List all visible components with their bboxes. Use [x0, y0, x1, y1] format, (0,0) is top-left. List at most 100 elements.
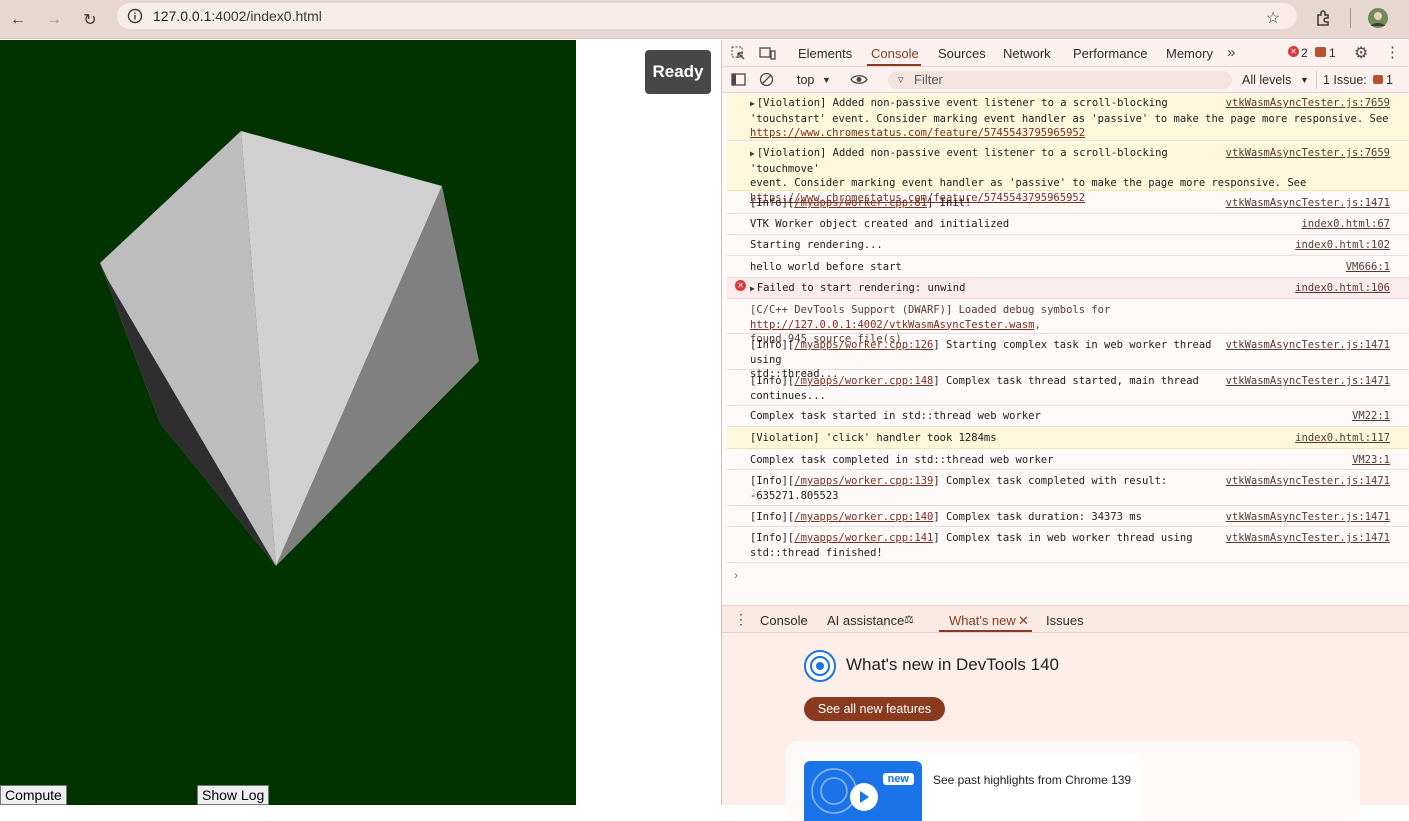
source-link[interactable]: index0.html:102 [1295, 238, 1390, 253]
flask-icon: ⚖ [904, 614, 914, 626]
forward-icon[interactable]: → [42, 8, 66, 32]
log-levels-dropdown[interactable]: All levels [1242, 73, 1291, 87]
live-expression-eye-icon[interactable] [850, 73, 868, 86]
message-link[interactable]: /myapps/worker.cpp:141 [794, 532, 933, 544]
message-link[interactable]: /myapps/worker.cpp:81 [794, 197, 927, 209]
tab-memory[interactable]: Memory [1166, 46, 1213, 61]
warning-count[interactable]: 1 [1329, 46, 1336, 60]
drawer-tab-bar: ⋮ Console AI assistance ⚖ What's new ✕ I… [722, 605, 1409, 633]
bookmark-star-icon[interactable]: ☆ [1261, 6, 1285, 30]
tab-elements[interactable]: Elements [798, 46, 852, 61]
message-link[interactable]: https://www.chromestatus.com/feature/574… [750, 126, 1404, 141]
message-text: ] Complex task duration: 34373 ms [933, 511, 1142, 523]
source-link[interactable]: vtkWasmAsyncTester.js:1471 [1226, 338, 1390, 353]
source-link[interactable]: vtkWasmAsyncTester.js:1471 [1226, 531, 1390, 546]
url-path: :4002/index0.html [211, 8, 322, 24]
message-link[interactable]: /myapps/worker.cpp:139 [794, 475, 933, 487]
active-tab-indicator [867, 64, 921, 66]
drawer-tab-issues[interactable]: Issues [1046, 613, 1084, 628]
error-count[interactable]: 2 [1301, 46, 1308, 60]
clear-console-icon[interactable] [759, 72, 774, 87]
console-message-log: VTK Worker object created and initialize… [727, 214, 1409, 235]
issues-count[interactable]: 1 [1386, 73, 1393, 87]
console-message-info: [Info][/myapps/worker.cpp:148] Complex t… [727, 370, 1409, 406]
message-link[interactable]: http://127.0.0.1:4002/vtkWasmAsyncTester… [750, 319, 1034, 331]
highlights-card: new See past highlights from Chrome 139 [785, 741, 1360, 821]
message-text: std::thread finished! [750, 546, 883, 559]
more-tabs-chevron-icon[interactable]: » [1227, 44, 1235, 61]
source-link[interactable]: VM23:1 [1352, 453, 1390, 468]
more-options-icon[interactable]: ⋮ [1385, 43, 1400, 61]
source-link[interactable]: vtkWasmAsyncTester.js:1471 [1226, 374, 1390, 389]
extensions-icon[interactable] [1312, 6, 1336, 30]
console-message-log: Complex task started in std::thread web … [727, 406, 1409, 427]
drawer-tab-whats-new[interactable]: What's new [949, 613, 1016, 628]
message-text: [Violation] Added non-passive event list… [756, 97, 1168, 109]
drawer-tab-console[interactable]: Console [760, 613, 808, 628]
site-info-icon[interactable] [127, 8, 143, 24]
console-message-info: [Info][/myapps/worker.cpp:81] Init! vtkW… [727, 193, 1409, 214]
sidebar-toggle-icon[interactable] [731, 72, 746, 87]
source-link[interactable]: index0.html:67 [1301, 217, 1390, 232]
source-link[interactable]: index0.html:117 [1295, 431, 1390, 446]
source-link[interactable]: vtkWasmAsyncTester.js:1471 [1226, 510, 1390, 525]
console-message-info: [C/C++ DevTools Support (DWARF)] Loaded … [727, 299, 1409, 345]
back-icon[interactable]: ← [6, 8, 30, 32]
source-link[interactable]: VM666:1 [1346, 260, 1390, 275]
context-dropdown-icon[interactable]: ▼ [822, 75, 831, 85]
settings-gear-icon[interactable]: ⚙ [1354, 43, 1368, 63]
close-tab-icon[interactable]: ✕ [1018, 613, 1029, 629]
source-link[interactable]: vtkWasmAsyncTester.js:7659 [1226, 96, 1390, 111]
console-message-info: [Info][/myapps/worker.cpp:141] Complex t… [727, 527, 1409, 563]
vtk-render-canvas[interactable] [0, 40, 576, 805]
console-prompt-icon[interactable]: › [734, 568, 738, 582]
issues-label[interactable]: 1 Issue: [1323, 73, 1367, 87]
expand-triangle-icon[interactable]: ▶ [750, 99, 755, 108]
source-link[interactable]: vtkWasmAsyncTester.js:7659 [1226, 146, 1390, 161]
source-link[interactable]: VM22:1 [1352, 409, 1390, 424]
devtools-tab-bar: Elements Console Sources Network Perform… [722, 40, 1409, 67]
expand-triangle-icon[interactable]: ▶ [750, 284, 755, 293]
warning-count-icon[interactable] [1315, 47, 1326, 57]
source-link[interactable]: index0.html:106 [1295, 281, 1390, 296]
tab-console[interactable]: Console [871, 46, 919, 61]
drawer-tab-ai-assistance[interactable]: AI assistance [827, 613, 904, 628]
console-output[interactable]: ▶ [Violation] Added non-passive event lis… [722, 93, 1409, 605]
issue-icon[interactable] [1373, 75, 1383, 84]
message-text: Starting rendering... [750, 239, 883, 251]
console-message-log: Starting rendering... index0.html:102 [727, 235, 1409, 256]
message-text: 'touchstart' event. Consider marking eve… [750, 112, 1389, 125]
profile-avatar[interactable] [1366, 6, 1390, 30]
device-toolbar-icon[interactable] [759, 46, 776, 61]
address-bar[interactable]: 127.0.0.1:4002/index0.html [117, 3, 1297, 29]
browser-toolbar: ← → ↻ 127.0.0.1:4002/index0.html ☆ [0, 0, 1409, 39]
filter-input[interactable]: ▿ Filter [888, 71, 1232, 89]
tab-performance[interactable]: Performance [1073, 46, 1147, 61]
compute-button[interactable]: Compute [0, 785, 67, 805]
source-link[interactable]: vtkWasmAsyncTester.js:1471 [1226, 196, 1390, 211]
message-link[interactable]: /myapps/worker.cpp:148 [794, 375, 933, 387]
reload-icon[interactable]: ↻ [78, 8, 102, 32]
source-link[interactable]: vtkWasmAsyncTester.js:1471 [1226, 474, 1390, 489]
show-log-button[interactable]: Show Log [197, 785, 270, 805]
drawer-menu-icon[interactable]: ⋮ [734, 611, 748, 628]
message-text: Complex task started in std::thread web … [750, 410, 1041, 422]
message-link[interactable]: /myapps/worker.cpp:140 [794, 511, 933, 523]
filter-icon: ▿ [898, 74, 904, 86]
message-text: , [1034, 318, 1041, 331]
url-host: 127.0.0.1 [153, 8, 212, 24]
message-text: [Info][ [750, 532, 795, 544]
message-link[interactable]: /myapps/worker.cpp:126 [794, 339, 933, 351]
tab-sources[interactable]: Sources [938, 46, 986, 61]
context-selector[interactable]: top [797, 73, 814, 87]
message-text: [Info][ [750, 339, 795, 351]
expand-triangle-icon[interactable]: ▶ [750, 149, 755, 158]
message-text: Complex task completed in std::thread we… [750, 454, 1054, 466]
devtools-panel: Elements Console Sources Network Perform… [721, 40, 1409, 821]
tab-network[interactable]: Network [1003, 46, 1051, 61]
log-levels-chevron-icon[interactable]: ▼ [1300, 75, 1309, 85]
error-count-icon[interactable]: ✕ [1288, 46, 1299, 57]
past-highlights-text: See past highlights from Chrome 139 [933, 773, 1132, 787]
see-all-features-button[interactable]: See all new features [804, 697, 945, 721]
inspect-element-icon[interactable] [731, 46, 746, 61]
